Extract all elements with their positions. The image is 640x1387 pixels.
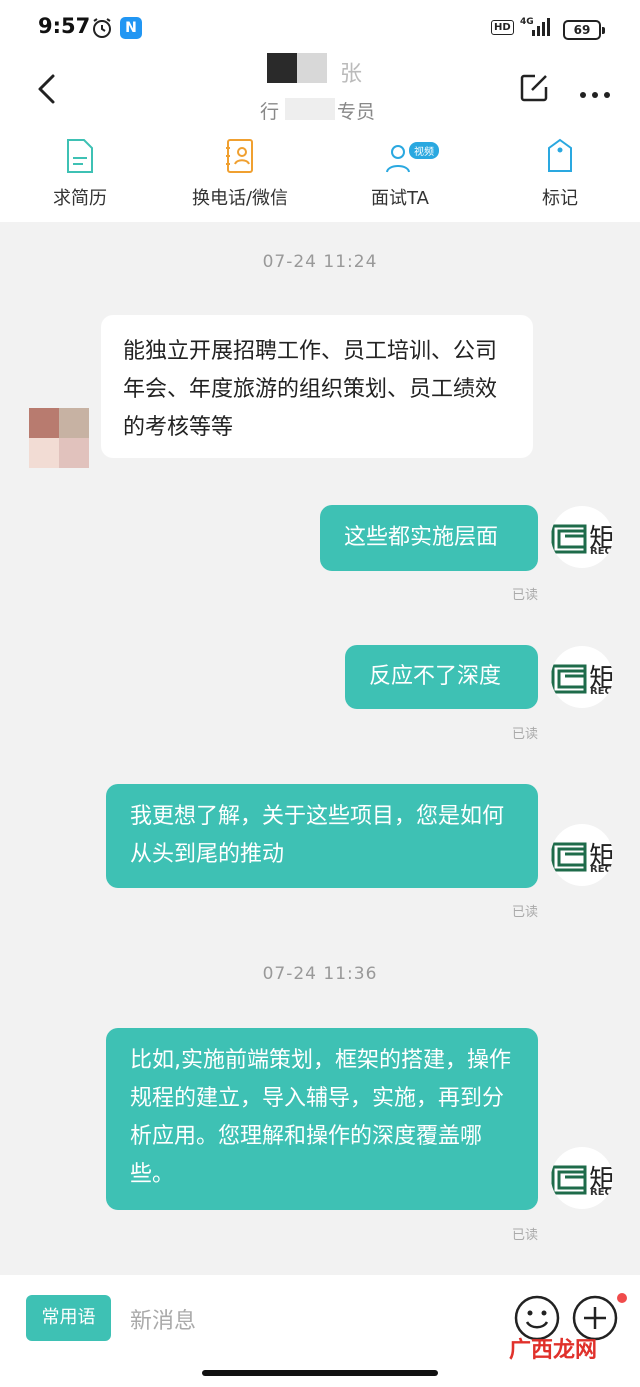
- action-label: 求简历: [53, 188, 107, 209]
- exchange-contact-button[interactable]: 换电话/微信: [165, 138, 315, 210]
- logo-icon: [551, 664, 587, 694]
- subtitle-head: 行: [260, 101, 280, 123]
- status-time: 9:57: [38, 14, 91, 38]
- logo-icon: [551, 842, 587, 872]
- request-resume-button[interactable]: 求简历: [5, 138, 155, 210]
- avatar-sub: REC: [590, 1187, 612, 1198]
- outgoing-message[interactable]: 反应不了深度: [345, 645, 538, 709]
- logo-icon: [551, 524, 587, 554]
- action-label: 面试TA: [371, 188, 429, 209]
- my-avatar[interactable]: 矩 REC: [551, 506, 613, 568]
- my-avatar[interactable]: 矩 REC: [551, 824, 613, 886]
- action-bar: 求简历 换电话/微信 视频 面试TA 标记: [0, 138, 640, 218]
- signal-icon: 4G: [518, 15, 554, 43]
- message-input[interactable]: 新消息: [130, 1303, 196, 1335]
- my-avatar[interactable]: 矩 REC: [551, 1147, 613, 1209]
- avatar-sub: REC: [590, 686, 612, 697]
- subtitle-mosaic: [285, 98, 335, 120]
- mark-button[interactable]: 标记: [485, 138, 635, 210]
- alarm-icon: [90, 16, 114, 44]
- outgoing-message[interactable]: 我更想了解，关于这些项目，您是如何从头到尾的推动: [106, 784, 538, 888]
- person-video-icon: 视频: [325, 138, 475, 178]
- hd-icon: HD: [491, 20, 514, 35]
- edit-icon[interactable]: [518, 72, 550, 108]
- contact-avatar[interactable]: [29, 408, 89, 468]
- outgoing-message[interactable]: 比如,实施前端策划，框架的搭建，操作规程的建立，导入辅导，实施，再到分析应用。您…: [106, 1028, 538, 1210]
- subtitle-tail: 专员: [337, 101, 376, 123]
- watermark: 广西龙网: [509, 1338, 598, 1363]
- logo-icon: [551, 1165, 587, 1195]
- action-label: 标记: [542, 188, 578, 209]
- timestamp: 07-24 11:24: [262, 252, 378, 272]
- action-label: 换电话/微信: [191, 188, 289, 209]
- document-icon: [5, 138, 155, 178]
- read-status: 已读: [512, 1228, 539, 1243]
- incoming-message[interactable]: 能独立开展招聘工作、员工培训、公司年会、年度旅游的组织策划、员工绩效的考核等等: [101, 315, 533, 458]
- read-status: 已读: [512, 727, 539, 742]
- timestamp: 07-24 11:36: [262, 964, 378, 984]
- name-mosaic: [267, 53, 327, 83]
- svg-text:4G: 4G: [520, 17, 534, 27]
- outgoing-message[interactable]: 这些都实施层面: [320, 505, 538, 571]
- more-icon[interactable]: [579, 84, 611, 103]
- avatar-sub: REC: [590, 864, 612, 875]
- n-app-icon: N: [120, 17, 142, 39]
- avatar-sub: REC: [590, 546, 612, 557]
- tag-icon: [485, 138, 635, 178]
- input-bar: 常用语 新消息 广西龙网: [0, 1275, 640, 1387]
- interview-button[interactable]: 视频 面试TA: [325, 138, 475, 210]
- read-status: 已读: [512, 588, 539, 603]
- common-phrases-button[interactable]: 常用语: [26, 1295, 111, 1341]
- home-indicator[interactable]: [202, 1370, 438, 1376]
- contact-card-icon: [165, 138, 315, 178]
- read-status: 已读: [512, 905, 539, 920]
- notification-dot: [617, 1293, 627, 1303]
- my-avatar[interactable]: 矩 REC: [551, 646, 613, 708]
- status-bar: 9:57 N HD 4G 69: [0, 0, 640, 56]
- top-panel: 9:57 N HD 4G 69 张 行 专员 求简历 换电话/微信 视频 面试TA…: [0, 0, 640, 222]
- contact-name: 张: [340, 62, 363, 87]
- battery-icon: 69: [563, 20, 605, 40]
- back-button[interactable]: [33, 73, 61, 109]
- video-badge: 视频: [409, 142, 439, 159]
